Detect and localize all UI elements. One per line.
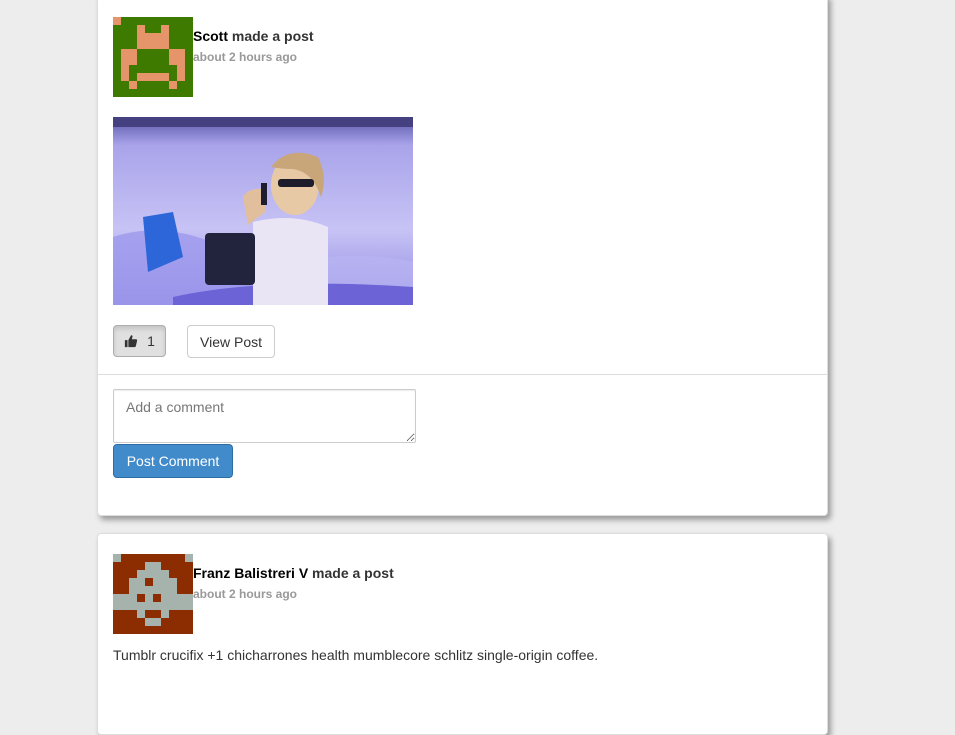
avatar-icon[interactable] [113, 554, 193, 634]
post-card: Franz Balistreri V made a post about 2 h… [97, 533, 828, 735]
author-link[interactable]: Franz Balistreri V [193, 565, 308, 581]
author-link[interactable]: Scott [193, 28, 228, 44]
post-title: Franz Balistreri V made a post [193, 565, 394, 581]
thumbs-up-icon [124, 335, 138, 348]
like-button[interactable]: 1 [113, 325, 166, 357]
divider [98, 374, 827, 375]
post-timestamp: about 2 hours ago [193, 50, 298, 64]
like-count: 1 [147, 333, 155, 349]
post-action: made a post [231, 28, 314, 44]
post-body: Tumblr crucifix +1 chicharrones health m… [113, 647, 599, 663]
view-post-button[interactable]: View Post [187, 325, 275, 358]
man-on-phone-photo[interactable] [113, 117, 413, 305]
post-comment-button[interactable]: Post Comment [113, 444, 233, 478]
post-timestamp: about 2 hours ago [193, 587, 298, 601]
post-title: Scott made a post [193, 28, 314, 44]
post-card: Scott made a post about 2 hours ago 1 Vi… [97, 0, 828, 516]
avatar-icon[interactable] [113, 17, 193, 97]
comment-input[interactable] [113, 389, 416, 443]
post-action: made a post [312, 565, 394, 581]
